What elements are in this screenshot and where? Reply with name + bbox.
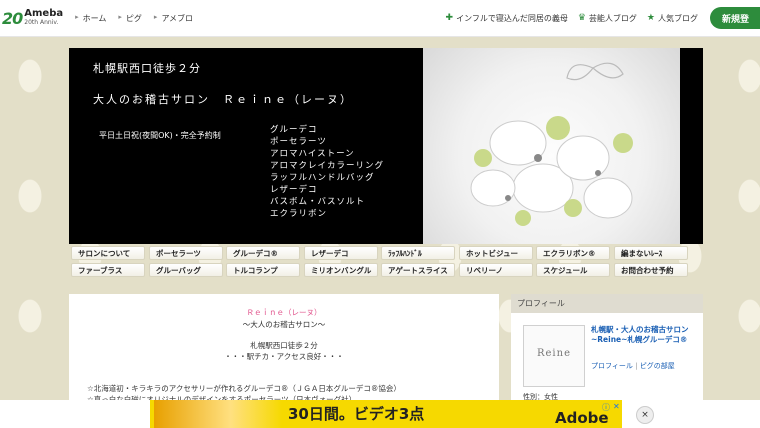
nav-btn-salon[interactable]: サロンについて xyxy=(71,246,145,260)
salon-title: Ｒｅｉｎｅ（レーヌ） xyxy=(246,308,322,317)
top-nav-right: ✚ インフルで寝込んだ同居の義母 ♛ 芸能人ブログ ★ 人気ブログ 新規登 xyxy=(446,0,760,36)
celebrity-blog-link[interactable]: ♛ 芸能人ブログ xyxy=(578,13,637,24)
chevron-right-icon: ▸ xyxy=(153,12,158,21)
pigg-room-link[interactable]: ピグの部屋 xyxy=(640,362,675,370)
intro-gluedeco: ☆北海道初・キラキラのアクセサリーが作れるグルーデコ®（ＪＧＡ日本グルーデコ®協… xyxy=(87,384,401,393)
bottom-ad-banner[interactable]: 30日間。ビデオ3点 Adobe ⓘ ✕ xyxy=(150,400,622,428)
header-menu-item: ポーセラーツ xyxy=(270,137,327,147)
nav-btn-gluedeco[interactable]: グルーデコ® xyxy=(226,246,300,260)
nav-btn-gluebag[interactable]: グルーバッグ xyxy=(149,263,223,277)
header-menu-item: レザーデコ xyxy=(270,185,318,195)
profile-blog-title[interactable]: 札幌駅・大人のお稽古サロン~Reine~札幌グルーデコ® xyxy=(591,325,699,345)
header-menu-item: ラッフルハンドルバッグ xyxy=(270,173,375,183)
nav-pigg[interactable]: ピグ xyxy=(126,13,142,24)
register-button[interactable]: 新規登 xyxy=(710,7,760,29)
profile-avatar[interactable]: Reine xyxy=(523,325,585,387)
flower-illustration xyxy=(470,62,633,226)
blog-header: 札幌駅西口徒歩２分 大人のお稽古サロン Ｒｅｉｎｅ（レーヌ） 平日土日祝(夜間O… xyxy=(69,48,703,244)
logo-sub: 20th Anniv. xyxy=(24,19,59,26)
nav-btn-eclaribbon[interactable]: エクラリボン® xyxy=(536,246,610,260)
header-location: 札幌駅西口徒歩２分 xyxy=(93,62,201,75)
header-hours: 平日土日祝(夜間OK)・完全予約制 xyxy=(99,131,221,140)
crown-icon: ♛ xyxy=(577,13,586,23)
nav-home[interactable]: ホーム xyxy=(83,13,107,24)
profile-links: プロフィール | ピグの部屋 xyxy=(591,361,675,371)
nav-btn-leatherdeco[interactable]: レザーデコ xyxy=(304,246,378,260)
header-menu-item: アロマクレイカラーリング xyxy=(270,161,385,171)
logo-mark: 20 xyxy=(2,8,23,28)
header-menu-item: エクラリボン xyxy=(270,209,328,219)
ad-x-icon[interactable]: ✕ xyxy=(613,402,620,411)
nav-btn-millionbangle[interactable]: ミリオンバングル xyxy=(304,263,378,277)
header-flower-photo xyxy=(423,48,680,244)
header-menu-list: グルーデコ ポーセラーツ アロマハイストーン アロマクレイカラーリング ラッフル… xyxy=(270,124,384,220)
trend-link[interactable]: ✚ インフルで寝込んだ同居の義母 xyxy=(446,13,568,24)
ad-close-button[interactable]: × xyxy=(636,406,654,424)
nav-btn-contact[interactable]: お問合わせ予約 xyxy=(614,263,688,277)
header-right-border xyxy=(680,48,703,244)
ameba-logo[interactable]: 20 Ameba 20th Anniv. xyxy=(2,9,63,28)
popular-blog-label: 人気ブログ xyxy=(658,13,698,23)
link-separator: | xyxy=(635,362,638,370)
ad-text: 30日間。ビデオ3点 xyxy=(288,405,425,423)
salon-access: ・・・駅チカ・アクセス良好・・・ xyxy=(224,352,344,361)
star-icon: ★ xyxy=(646,13,655,23)
sparkle-icon: ✚ xyxy=(445,13,454,23)
nav-btn-furbrass[interactable]: ファーブラス xyxy=(71,263,145,277)
profile-link[interactable]: プロフィール xyxy=(591,362,633,370)
nav-btn-riberino[interactable]: リベリーノ xyxy=(459,263,533,277)
top-nav-left: ▸ ホーム ▸ ピグ ▸ アメブロ xyxy=(75,13,205,24)
trend-label: インフルで寝込んだ同居の義母 xyxy=(456,13,568,23)
ad-image xyxy=(154,400,282,428)
profile-header: プロフィール xyxy=(511,294,703,313)
nav-ameblo[interactable]: アメブロ xyxy=(161,13,193,24)
nav-btn-schedule[interactable]: スケジュール xyxy=(536,263,610,277)
ad-info-icon[interactable]: ⓘ xyxy=(602,402,610,413)
header-menu-item: アロマハイストーン xyxy=(270,149,355,159)
salon-location: 札幌駅西口徒歩２分 xyxy=(250,341,318,350)
header-title: 大人のお稽古サロン Ｒｅｉｎｅ（レーヌ） xyxy=(93,93,353,106)
chevron-right-icon: ▸ xyxy=(75,12,79,21)
nav-btn-hotbijou[interactable]: ホットビジュー xyxy=(459,246,533,260)
ad-brand: Adobe xyxy=(555,409,609,427)
header-menu-item: グルーデコ xyxy=(270,125,318,135)
popular-blog-link[interactable]: ★ 人気ブログ xyxy=(647,13,698,24)
celebrity-blog-label: 芸能人ブログ xyxy=(588,13,637,23)
nav-btn-agateslice[interactable]: アゲートスライス xyxy=(381,263,455,277)
nav-btn-turkishlamp[interactable]: トルコランプ xyxy=(226,263,300,277)
avatar-text: Reine xyxy=(536,348,571,359)
logo-name: Ameba xyxy=(24,8,64,19)
salon-subtitle: ～大人のお稽古サロン～ xyxy=(242,320,326,329)
nav-btn-lace[interactable]: 編まないﾚｰｽ xyxy=(614,246,688,260)
ameba-top-bar: 20 Ameba 20th Anniv. ▸ ホーム ▸ ピグ ▸ アメブロ ✚ インフ… xyxy=(0,0,760,37)
chevron-right-icon: ▸ xyxy=(118,12,122,21)
nav-btn-porcelarts[interactable]: ポーセラーツ xyxy=(149,246,223,260)
header-menu-item: バスボム・バスソルト xyxy=(270,197,366,207)
nav-btn-ruffle[interactable]: ﾗｯﾌﾙﾊﾝﾄﾞﾙ xyxy=(381,246,455,260)
